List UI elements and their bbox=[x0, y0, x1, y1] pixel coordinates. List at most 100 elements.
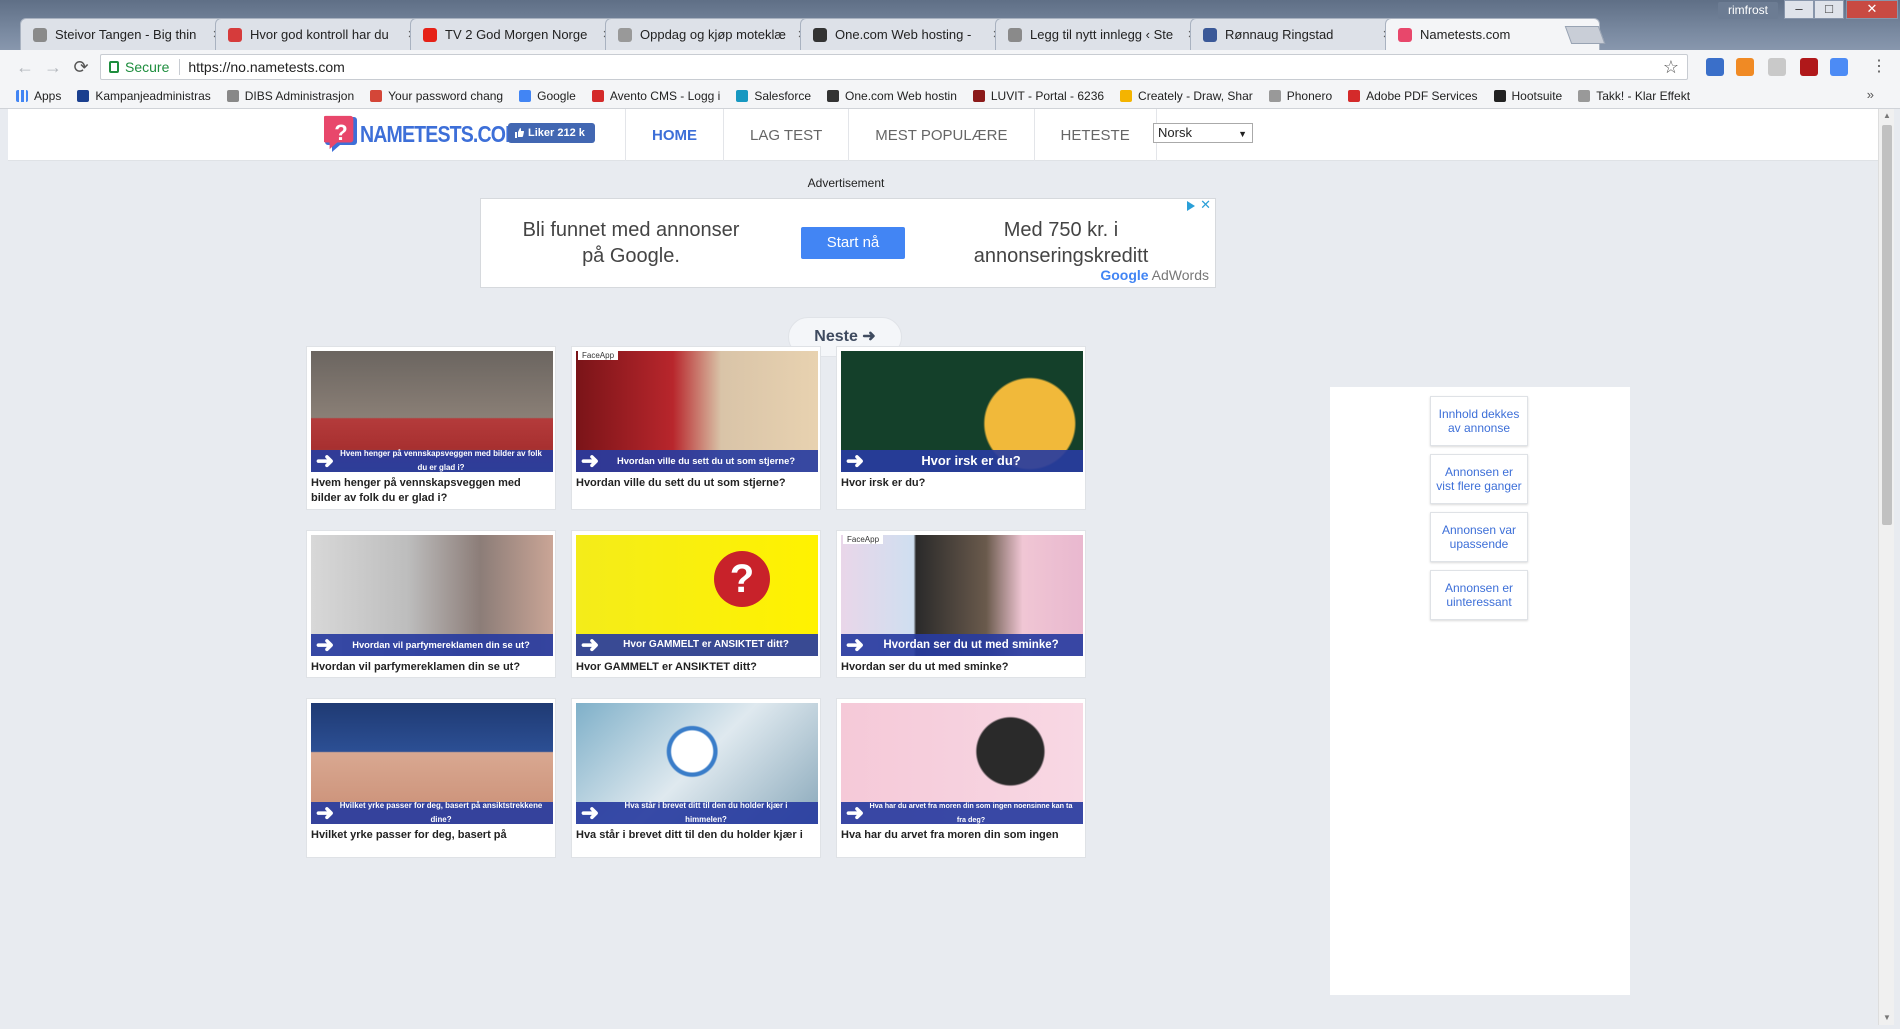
bookmark-favicon-icon bbox=[1578, 89, 1591, 102]
nav-item[interactable]: MEST POPULÆRE bbox=[848, 109, 1033, 161]
ad-feedback-option[interactable]: Annonsen er uinteressant bbox=[1430, 570, 1528, 620]
minimize-button[interactable]: – bbox=[1784, 0, 1814, 19]
quiz-card[interactable]: ➜ Hvor irsk er du? Hvor irsk er du? bbox=[836, 346, 1086, 510]
extension-icon-adobe[interactable] bbox=[1800, 58, 1818, 76]
quiz-thumbnail[interactable]: ➜ Hva har du arvet fra moren din som inge… bbox=[841, 703, 1083, 824]
bookmarks-overflow-icon[interactable]: » bbox=[1867, 87, 1874, 102]
close-window-button[interactable]: ✕ bbox=[1846, 0, 1898, 19]
dropdown-caret-icon: ▼ bbox=[1238, 129, 1247, 139]
quiz-title[interactable]: Hvordan ser du ut med sminke? bbox=[841, 660, 1083, 675]
bookmark-item[interactable]: Apps bbox=[16, 89, 61, 103]
quiz-thumbnail[interactable]: ➜ Hvordan vil parfymereklamen din se ut? bbox=[311, 535, 553, 656]
bookmark-star-icon[interactable]: ☆ bbox=[1663, 57, 1679, 78]
tab-6[interactable]: Legg til nytt innlegg ‹ Ste× bbox=[995, 18, 1210, 50]
quiz-title[interactable]: Hvordan vil parfymereklamen din se ut? bbox=[311, 660, 553, 675]
bookmark-favicon-icon bbox=[591, 89, 604, 102]
tab-1[interactable]: Steivor Tangen - Big thin× bbox=[20, 18, 235, 50]
quiz-thumbnail[interactable]: ➜ Hvem henger på vennskapsveggen med bild… bbox=[311, 351, 553, 472]
bookmark-item[interactable]: Phonero bbox=[1268, 89, 1332, 103]
tab-4[interactable]: Oppdag og kjøp moteklæ× bbox=[605, 18, 820, 50]
secure-label[interactable]: Secure bbox=[125, 59, 169, 75]
quiz-card[interactable]: ➜ Hvem henger på vennskapsveggen med bild… bbox=[306, 346, 556, 510]
quiz-title[interactable]: Hvordan ville du sett du ut som stjerne? bbox=[576, 476, 818, 491]
bookmark-item[interactable]: Hootsuite bbox=[1493, 89, 1562, 103]
quiz-thumbnail[interactable]: ➜ Hva står i brevet ditt til den du holde… bbox=[576, 703, 818, 824]
scroll-thumb[interactable] bbox=[1882, 125, 1892, 525]
bookmark-item[interactable]: DIBS Administrasjon bbox=[226, 89, 354, 103]
ad-feedback-option[interactable]: Innhold dekkes av annonse bbox=[1430, 396, 1528, 446]
ad-start-button[interactable]: Start nå bbox=[801, 227, 905, 259]
back-button[interactable]: ← bbox=[14, 56, 36, 78]
extension-icon-analytics[interactable] bbox=[1736, 58, 1754, 76]
bookmark-item[interactable]: Kampanjeadministras bbox=[77, 89, 211, 103]
page-scrollbar[interactable]: ▲ ▼ bbox=[1878, 109, 1894, 1025]
adchoices-icon[interactable] bbox=[1187, 201, 1195, 211]
profile-badge[interactable]: rimfrost bbox=[1718, 2, 1778, 19]
quiz-card[interactable]: ? ➜ Hvor GAMMELT er ANSIKTET ditt? Hvor GAM… bbox=[571, 530, 821, 678]
bookmark-item[interactable]: One.com Web hostin bbox=[827, 89, 957, 103]
reload-button[interactable]: ⟳ bbox=[70, 56, 92, 78]
quiz-card[interactable]: FaceApp ➜ Hvordan ser du ut med sminke? Hvo… bbox=[836, 530, 1086, 678]
new-tab-button[interactable] bbox=[1564, 26, 1606, 44]
tab-5[interactable]: One.com Web hosting -× bbox=[800, 18, 1015, 50]
quiz-title[interactable]: Hvem henger på vennskapsveggen med bilde… bbox=[311, 476, 553, 506]
bookmark-item[interactable]: Your password chang bbox=[370, 89, 503, 103]
quiz-thumbnail[interactable]: ➜ Hvilket yrke passer for deg, basert på … bbox=[311, 703, 553, 824]
url-text[interactable]: https://no.nametests.com bbox=[188, 59, 344, 75]
quiz-banner-text: Hva har du arvet fra moren din som ingen… bbox=[869, 801, 1073, 824]
quiz-title[interactable]: Hvor irsk er du? bbox=[841, 476, 1083, 491]
chrome-menu-icon[interactable]: ⋮ bbox=[1871, 56, 1887, 76]
quiz-thumbnail[interactable]: ? ➜ Hvor GAMMELT er ANSIKTET ditt? bbox=[576, 535, 818, 656]
quiz-title[interactable]: Hvor GAMMELT er ANSIKTET ditt? bbox=[576, 660, 818, 675]
quiz-card[interactable]: ➜ Hva står i brevet ditt til den du holde… bbox=[571, 698, 821, 858]
bookmark-item[interactable]: Creately - Draw, Shar bbox=[1120, 89, 1253, 103]
quiz-thumbnail[interactable]: FaceApp ➜ Hvordan ville du sett du ut som … bbox=[576, 351, 818, 472]
tab-7[interactable]: Rønnaug Ringstad× bbox=[1190, 18, 1405, 50]
language-select[interactable]: Norsk ▼ bbox=[1153, 123, 1253, 143]
extension-icon-cast[interactable] bbox=[1830, 58, 1848, 76]
svg-text:?: ? bbox=[334, 120, 347, 145]
quiz-banner-text: Hvordan ser du ut med sminke? bbox=[883, 639, 1059, 651]
bookmark-item[interactable]: Takk! - Klar Effekt bbox=[1578, 89, 1690, 103]
quiz-title[interactable]: Hvilket yrke passer for deg, basert på bbox=[311, 828, 553, 843]
tab-title: One.com Web hosting - bbox=[835, 27, 972, 42]
bookmark-item[interactable]: Google bbox=[519, 89, 576, 103]
tab-title: Oppdag og kjøp moteklæ bbox=[640, 27, 786, 42]
tab-3[interactable]: TV 2 God Morgen Norge× bbox=[410, 18, 625, 50]
ad-close-icon[interactable]: ✕ bbox=[1200, 197, 1211, 213]
quiz-card[interactable]: ➜ Hvilket yrke passer for deg, basert på … bbox=[306, 698, 556, 858]
bookmark-item[interactable]: Salesforce bbox=[736, 89, 811, 103]
tab-favicon-icon bbox=[1008, 27, 1022, 42]
bookmark-item[interactable]: Avento CMS - Logg i bbox=[591, 89, 720, 103]
facebook-like-button[interactable]: Liker 212 k bbox=[508, 123, 595, 143]
nav-item[interactable]: HETESTE bbox=[1033, 109, 1157, 161]
quiz-card[interactable]: ➜ Hvordan vil parfymereklamen din se ut? H… bbox=[306, 530, 556, 678]
quiz-banner: ➜ Hvor irsk er du? bbox=[841, 450, 1083, 472]
lock-icon[interactable] bbox=[109, 61, 119, 73]
ad-feedback-option[interactable]: Annonsen var upassende bbox=[1430, 512, 1528, 562]
quiz-thumbnail[interactable]: ➜ Hvor irsk er du? bbox=[841, 351, 1083, 472]
quiz-card[interactable]: FaceApp ➜ Hvordan ville du sett du ut som … bbox=[571, 346, 821, 510]
tab-title: Rønnaug Ringstad bbox=[1225, 27, 1334, 42]
adwords-wordmark: AdWords bbox=[1148, 267, 1209, 283]
scroll-down-icon[interactable]: ▼ bbox=[1879, 1011, 1895, 1025]
quiz-card[interactable]: ➜ Hva har du arvet fra moren din som inge… bbox=[836, 698, 1086, 858]
quiz-thumbnail[interactable]: FaceApp ➜ Hvordan ser du ut med sminke? bbox=[841, 535, 1083, 656]
ad-feedback-option[interactable]: Annonsen er vist flere ganger bbox=[1430, 454, 1528, 504]
nav-item[interactable]: LAG TEST bbox=[723, 109, 848, 161]
bookmark-item[interactable]: Adobe PDF Services bbox=[1348, 89, 1478, 103]
google-ad-banner[interactable]: ✕ Bli funnet med annonser på Google. Sta… bbox=[480, 197, 1216, 288]
address-bar[interactable]: Secure https://no.nametests.com ☆ bbox=[100, 54, 1688, 80]
site-header: ? NAMETESTS.COM Liker 212 k HOME LAG TEST… bbox=[8, 109, 1878, 161]
quiz-title[interactable]: Hva står i brevet ditt til den du holder… bbox=[576, 828, 818, 843]
scroll-up-icon[interactable]: ▲ bbox=[1879, 109, 1895, 123]
maximize-button[interactable]: □ bbox=[1814, 0, 1844, 19]
tab-2[interactable]: Hvor god kontroll har du× bbox=[215, 18, 430, 50]
bookmark-item[interactable]: LUVIT - Portal - 6236 bbox=[972, 89, 1104, 103]
quiz-title[interactable]: Hva har du arvet fra moren din som ingen bbox=[841, 828, 1083, 843]
extension-icon-dev[interactable] bbox=[1706, 58, 1724, 76]
forward-button[interactable]: → bbox=[42, 56, 64, 78]
nav-item[interactable]: HOME bbox=[625, 109, 723, 161]
apps-grid-icon bbox=[16, 89, 28, 102]
extension-icon-grammarly[interactable] bbox=[1768, 58, 1786, 76]
